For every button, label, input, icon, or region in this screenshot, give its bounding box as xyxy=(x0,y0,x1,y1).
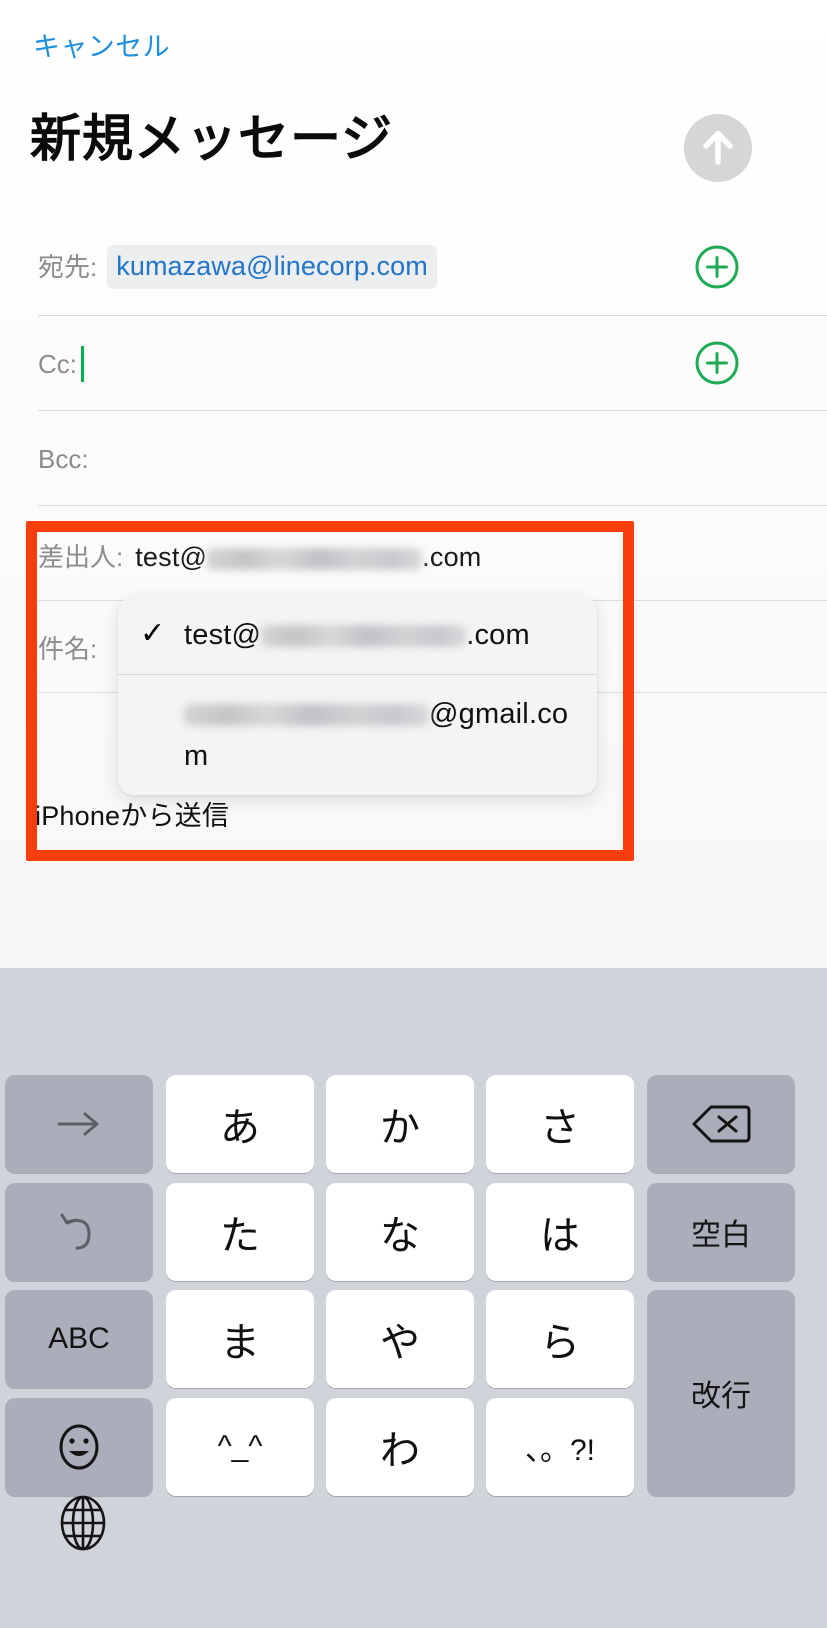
account-text-suffix: .com xyxy=(466,619,530,651)
cc-add-contact-button[interactable] xyxy=(694,340,740,386)
return-key[interactable]: 改行 xyxy=(647,1290,795,1496)
kana-ra-key[interactable]: ら xyxy=(486,1290,634,1388)
iphone-mail-compose-screen: キャンセル 新規メッセージ 宛先: kumazawa@linecorp.com … xyxy=(0,0,827,1628)
kana-ha-key[interactable]: は xyxy=(486,1183,634,1281)
bcc-field-label: Bcc: xyxy=(38,444,89,474)
text-cursor xyxy=(81,346,84,382)
japanese-kana-keyboard: あ か さ た な は 空白 ABC ま や ら 改行 ^_^ わ 、。?! xyxy=(0,968,827,1628)
kana-wa-key[interactable]: わ xyxy=(326,1398,474,1496)
smiley-face-icon xyxy=(59,1424,99,1470)
from-field-row[interactable]: 差出人: test@ .com xyxy=(0,533,827,581)
backspace-key[interactable] xyxy=(647,1075,795,1173)
account-option-selected[interactable]: ✓ test@ .com xyxy=(118,596,597,674)
account-option-gmail[interactable]: @gmail.com xyxy=(118,674,597,795)
cancel-button[interactable]: キャンセル xyxy=(33,30,170,64)
to-recipient-token[interactable]: kumazawa@linecorp.com xyxy=(107,245,437,289)
send-button[interactable] xyxy=(684,114,752,182)
from-value-suffix: .com xyxy=(422,542,482,572)
cc-field-label: Cc: xyxy=(38,349,77,379)
to-field-label: 宛先: xyxy=(38,252,98,282)
compose-area: キャンセル 新規メッセージ 宛先: kumazawa@linecorp.com … xyxy=(0,0,827,968)
abc-mode-key[interactable]: ABC xyxy=(5,1290,153,1388)
redacted-username xyxy=(184,704,429,727)
from-field-value: test@ .com xyxy=(135,540,481,574)
divider-after-to xyxy=(38,315,827,316)
backspace-icon xyxy=(692,1105,751,1143)
space-key[interactable]: 空白 xyxy=(647,1183,795,1281)
undo-key[interactable] xyxy=(5,1183,153,1281)
undo-arrow-icon xyxy=(60,1213,91,1250)
kana-ma-key[interactable]: ま xyxy=(166,1290,314,1388)
kaomoji-key[interactable]: ^_^ xyxy=(166,1398,314,1496)
plus-circle-icon xyxy=(695,245,739,289)
kana-ta-key[interactable]: た xyxy=(166,1183,314,1281)
redacted-domain xyxy=(207,547,423,570)
to-add-contact-button[interactable] xyxy=(694,244,740,290)
language-switch-key[interactable] xyxy=(52,1492,114,1554)
divider-after-cc xyxy=(38,410,827,411)
body-signature[interactable]: iPhoneから送信 xyxy=(35,798,229,834)
kana-na-key[interactable]: な xyxy=(326,1183,474,1281)
cursor-right-key[interactable] xyxy=(5,1075,153,1173)
kana-sa-key[interactable]: さ xyxy=(486,1075,634,1173)
from-account-popup[interactable]: ✓ test@ .com @gmail.com xyxy=(118,596,597,795)
redacted-domain xyxy=(261,625,467,648)
bcc-field-row[interactable]: Bcc: xyxy=(0,435,827,483)
arrow-up-icon xyxy=(703,130,733,165)
from-value-prefix: test@ xyxy=(135,542,208,572)
kana-a-key[interactable]: あ xyxy=(166,1075,314,1173)
punctuation-key[interactable]: 、。?! xyxy=(486,1398,634,1496)
divider-after-bcc xyxy=(38,505,827,506)
arrow-right-icon xyxy=(57,1112,99,1136)
globe-icon xyxy=(60,1495,106,1551)
kana-ka-key[interactable]: か xyxy=(326,1075,474,1173)
emoji-key[interactable] xyxy=(5,1398,153,1496)
from-field-label: 差出人: xyxy=(38,542,124,572)
plus-circle-icon xyxy=(695,341,739,385)
kana-ya-key[interactable]: や xyxy=(326,1290,474,1388)
subject-field-label: 件名: xyxy=(38,634,98,664)
page-title: 新規メッセージ xyxy=(30,110,393,167)
account-text-prefix: test@ xyxy=(184,619,262,651)
account-option-text: test@ .com xyxy=(184,614,530,656)
account-option-text: @gmail.com xyxy=(184,693,583,777)
checkmark-icon: ✓ xyxy=(140,617,166,650)
